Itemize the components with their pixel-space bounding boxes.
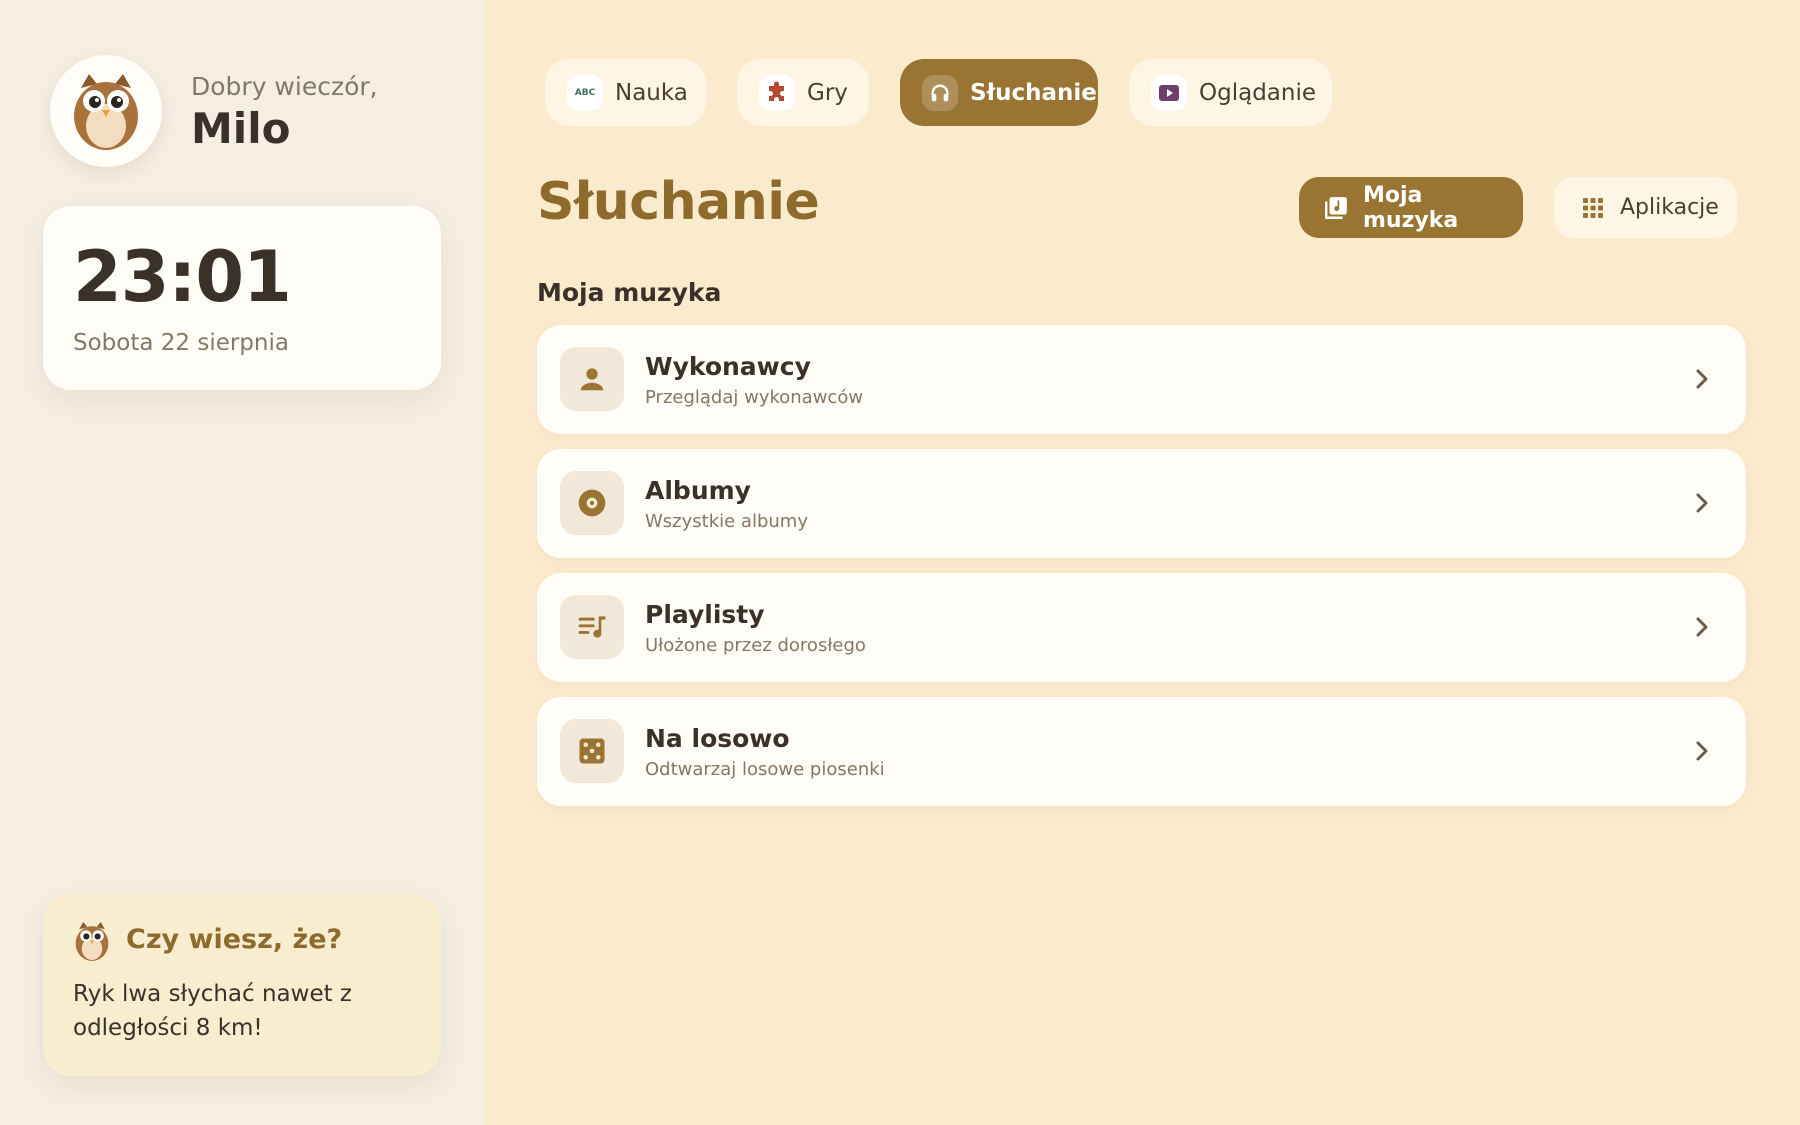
clock-card: 23:01 Sobota 22 sierpnia <box>43 206 441 390</box>
list-item-artists[interactable]: Wykonawcy Przeglądaj wykonawców <box>537 325 1746 434</box>
item-subtitle: Przeglądaj wykonawców <box>645 387 864 408</box>
page-title: Słuchanie <box>537 172 820 232</box>
apps-button-label: Aplikacje <box>1620 195 1719 220</box>
dice-icon <box>560 719 624 783</box>
tab-sluchanie[interactable]: Słuchanie <box>900 59 1098 126</box>
grid-icon <box>1580 195 1606 221</box>
item-subtitle: Ułożone przez dorosłego <box>645 635 866 656</box>
my-music-button[interactable]: Moja muzyka <box>1299 177 1523 238</box>
sidebar: Dobry wieczór, Milo 23:01 Sobota 22 sier… <box>0 0 484 1125</box>
play-icon <box>1151 74 1187 111</box>
apps-button[interactable]: Aplikacje <box>1554 177 1737 238</box>
headphones-icon <box>922 74 958 111</box>
music-list: Wykonawcy Przeglądaj wykonawców Albumy W… <box>537 325 1746 821</box>
avatar[interactable] <box>50 55 162 167</box>
section-title: Moja muzyka <box>537 278 722 307</box>
tab-ogladanie[interactable]: Oglądanie <box>1129 59 1332 126</box>
abc-icon: ABC <box>567 74 603 111</box>
chevron-right-icon <box>1688 489 1716 517</box>
item-subtitle: Wszystkie albumy <box>645 511 808 532</box>
puzzle-icon <box>759 74 795 111</box>
person-icon <box>560 347 624 411</box>
fact-card: Czy wiesz, że? Ryk lwa słychać nawet z o… <box>43 894 441 1076</box>
fact-text: Ryk lwa słychać nawet z odległości 8 km! <box>73 981 353 1041</box>
tab-label: Słuchanie <box>970 79 1097 106</box>
user-name: Milo <box>191 104 291 153</box>
music-library-icon <box>1323 195 1349 221</box>
abc-icon-text: ABC <box>574 87 596 98</box>
disc-icon <box>560 471 624 535</box>
owl-icon <box>75 922 109 961</box>
list-item-albums[interactable]: Albumy Wszystkie albumy <box>537 449 1746 558</box>
tab-label: Oglądanie <box>1199 79 1316 106</box>
item-title: Na losowo <box>645 724 790 753</box>
tab-label: Nauka <box>615 79 688 106</box>
my-music-button-label: Moja muzyka <box>1363 182 1459 233</box>
item-subtitle: Odtwarzaj losowe piosenki <box>645 759 885 780</box>
list-item-shuffle[interactable]: Na losowo Odtwarzaj losowe piosenki <box>537 697 1746 806</box>
owl-icon <box>74 74 138 150</box>
greeting: Dobry wieczór, <box>191 72 378 101</box>
tab-label: Gry <box>807 79 848 106</box>
item-title: Playlisty <box>645 600 765 629</box>
chevron-right-icon <box>1688 365 1716 393</box>
tab-nauka[interactable]: ABC Nauka <box>545 59 706 126</box>
chevron-right-icon <box>1688 613 1716 641</box>
fact-title: Czy wiesz, że? <box>126 924 343 955</box>
clock-time: 23:01 <box>73 236 292 318</box>
playlist-icon <box>560 595 624 659</box>
list-item-playlists[interactable]: Playlisty Ułożone przez dorosłego <box>537 573 1746 682</box>
tab-gry[interactable]: Gry <box>737 59 869 126</box>
item-title: Albumy <box>645 476 751 505</box>
item-title: Wykonawcy <box>645 352 811 381</box>
clock-date: Sobota 22 sierpnia <box>73 330 289 356</box>
chevron-right-icon <box>1688 737 1716 765</box>
